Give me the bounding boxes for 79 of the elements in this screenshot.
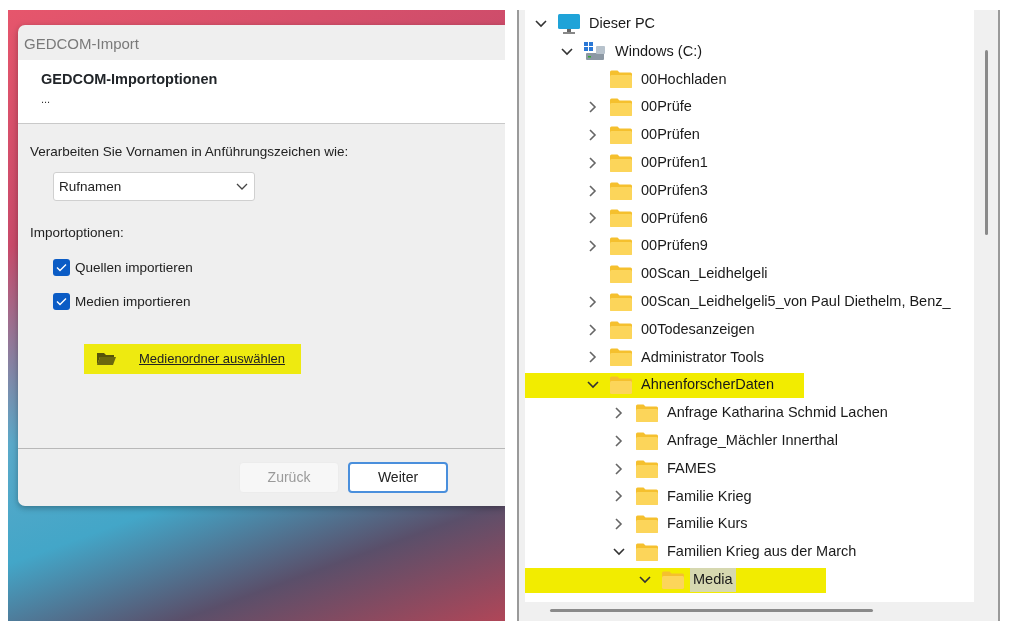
tree-item-label[interactable]: Administrator Tools — [638, 345, 768, 370]
dialog-heading: GEDCOM-Importoptionen — [41, 70, 219, 89]
checkmark-icon — [56, 297, 67, 307]
tree-item-label[interactable]: 00Prüfen9 — [638, 234, 711, 259]
chevron-right-icon[interactable] — [589, 184, 597, 197]
chevron-down-icon[interactable] — [639, 575, 651, 584]
folder-icon — [636, 431, 658, 450]
chevron-down-icon[interactable] — [613, 548, 625, 557]
tree-item-label[interactable]: 00Todesanzeigen — [638, 317, 758, 342]
chevron-right-icon[interactable] — [589, 351, 597, 364]
field-label: Verarbeiten Sie Vornamen in Anführungszeichen wie: — [30, 143, 350, 161]
tree-item-label[interactable]: 00Prüfen6 — [638, 206, 711, 231]
chevron-right-icon[interactable] — [589, 240, 597, 253]
tree-item-label[interactable]: 00Prüfe — [638, 95, 695, 120]
tree-item-label[interactable]: Anfrage Katharina Schmid Lachen — [664, 401, 891, 425]
name-handling-dropdown[interactable]: Rufnamen — [53, 172, 255, 202]
checkbox[interactable] — [53, 259, 70, 277]
window-title: GEDCOM-Import — [23, 34, 140, 54]
folder-icon — [610, 181, 632, 200]
chevron-down-icon — [236, 182, 248, 191]
tree-item-label[interactable]: Familien Krieg aus der March — [664, 540, 860, 564]
folder-icon — [610, 292, 632, 311]
tree-item-label[interactable]: 00Prüfen — [638, 123, 703, 147]
media-folder-link[interactable]: Medienordner auswählen — [84, 344, 301, 374]
chevron-down-icon[interactable] — [535, 19, 547, 28]
folder-icon — [610, 126, 632, 145]
folder-icon — [610, 320, 632, 339]
checkmark-icon — [56, 263, 67, 273]
chevron-right-icon[interactable] — [589, 295, 597, 308]
chevron-right-icon[interactable] — [615, 407, 623, 420]
section-label: Importoptionen: — [30, 224, 125, 243]
tree-item-label[interactable]: Dieser PC — [586, 12, 659, 36]
folder-icon — [610, 376, 632, 395]
tree-item-label[interactable]: 00Scan_Leidhelgeli5_von Paul Diethelm, Benz_ — [638, 290, 954, 314]
tree-item-label[interactable]: FAMES — [664, 456, 720, 481]
folder-icon — [636, 459, 658, 478]
checkbox-label: Quellen importieren — [75, 258, 193, 277]
chevron-right-icon[interactable] — [589, 212, 597, 225]
chevron-right-icon[interactable] — [615, 434, 623, 447]
checkbox-label: Medien importieren — [75, 292, 191, 311]
chevron-right-icon[interactable] — [589, 156, 597, 169]
folder-icon — [662, 570, 684, 589]
scrollbar-thumb[interactable] — [984, 50, 988, 235]
folder-icon — [610, 209, 632, 228]
folder-icon — [610, 348, 632, 367]
chevron-right-icon[interactable] — [589, 323, 597, 336]
chevron-right-icon[interactable] — [615, 490, 623, 503]
folder-icon — [636, 515, 658, 534]
next-button[interactable]: Weiter — [348, 462, 448, 493]
chevron-right-icon[interactable] — [615, 518, 623, 531]
folder-icon — [610, 98, 632, 117]
chevron-down-icon[interactable] — [561, 47, 573, 56]
tree-item-label[interactable]: Familie Kurs — [664, 512, 751, 537]
chevron-right-icon[interactable] — [615, 462, 623, 475]
tree-item-label[interactable]: 00Prüfen1 — [638, 151, 711, 175]
folder-icon — [636, 487, 658, 506]
tree-item-label[interactable]: Familie Krieg — [664, 484, 755, 509]
monitor-icon — [558, 13, 580, 34]
folder-icon — [610, 153, 632, 172]
chevron-right-icon[interactable] — [589, 129, 597, 142]
tree-item-label[interactable]: Windows (C:) — [612, 39, 705, 64]
tree-item-label[interactable]: Media — [690, 567, 736, 592]
folder-icon — [636, 543, 658, 562]
drive-icon — [584, 41, 606, 62]
folder-icon — [610, 265, 632, 284]
chevron-down-icon[interactable] — [587, 381, 599, 390]
folder-icon — [96, 351, 117, 367]
folder-icon — [636, 404, 658, 423]
tree-item-label[interactable]: 00Prüfen3 — [638, 178, 711, 203]
tree-item-label[interactable]: AhnenforscherDaten — [638, 373, 777, 398]
scrollbar-thumb[interactable] — [550, 609, 873, 612]
tree-item-label[interactable]: 00Hochladen — [638, 67, 730, 92]
folder-icon — [610, 237, 632, 256]
chevron-right-icon[interactable] — [589, 101, 597, 114]
dialog-subheading: ... — [41, 91, 52, 107]
folder-icon — [610, 70, 632, 89]
tree-item-label[interactable]: 00Scan_Leidhelgeli — [638, 262, 771, 286]
checkbox[interactable] — [53, 293, 70, 311]
tree-item-label[interactable]: Anfrage_Mächler Innerthal — [664, 428, 841, 453]
